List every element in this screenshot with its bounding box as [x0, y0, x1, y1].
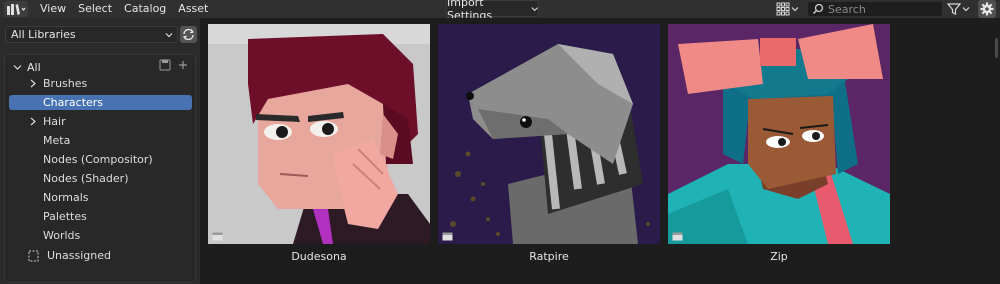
menu-select[interactable]: Select — [72, 0, 118, 18]
asset-badge-icon — [672, 232, 683, 241]
settings-button[interactable] — [978, 0, 996, 18]
asset-badge-icon — [212, 232, 223, 241]
asset-browser-icon — [7, 4, 26, 15]
catalog-item-unassigned[interactable]: Unassigned — [28, 249, 111, 262]
menu-view[interactable]: View — [34, 0, 72, 18]
chevron-down-icon — [962, 7, 970, 12]
asset-tile-ratpire[interactable]: Ratpire — [438, 24, 660, 264]
catalog-item-label: Palettes — [43, 210, 87, 223]
chevron-down-icon — [531, 6, 538, 11]
save-catalog-icon[interactable] — [159, 59, 171, 71]
catalog-item-label: Hair — [43, 115, 66, 128]
catalog-item-brushes[interactable]: Brushes — [9, 76, 192, 91]
catalog-item-label: Meta — [43, 134, 71, 147]
ratpire-thumbnail-image — [438, 24, 660, 244]
catalog-item-hair[interactable]: Hair — [9, 114, 192, 129]
catalog-item-worlds[interactable]: Worlds — [9, 228, 192, 243]
unassigned-catalog-icon — [28, 250, 39, 261]
catalog-item-label: Normals — [43, 191, 89, 204]
display-mode-toggle[interactable] — [776, 1, 802, 17]
gear-icon — [980, 2, 994, 16]
sidebar: All Libraries All Brushes Characters Hai… — [0, 18, 200, 284]
catalog-item-label: Brushes — [43, 77, 88, 90]
catalog-item-characters[interactable]: Characters — [9, 95, 192, 110]
grid-view-icon — [776, 2, 790, 16]
catalog-item-nodes-shader[interactable]: Nodes (Shader) — [9, 171, 192, 186]
menu-catalog[interactable]: Catalog — [118, 0, 172, 18]
catalog-item-label: Nodes (Compositor) — [43, 153, 153, 166]
chevron-right-icon[interactable] — [29, 79, 37, 88]
editor-type-selector[interactable] — [4, 1, 28, 17]
asset-name: Ratpire — [529, 250, 569, 263]
catalog-root-all[interactable]: All — [13, 58, 41, 76]
asset-name: Zip — [770, 250, 788, 263]
chevron-right-icon[interactable] — [29, 117, 37, 126]
library-select[interactable]: All Libraries — [5, 26, 178, 43]
menu-bar: View Select Catalog Asset — [34, 0, 214, 18]
search-input[interactable] — [828, 2, 938, 16]
add-catalog-icon[interactable] — [178, 60, 188, 70]
import-settings-dropdown[interactable]: Import Settings — [446, 0, 539, 22]
header-bar: View Select Catalog Asset Import Setting… — [0, 0, 1000, 22]
catalog-item-palettes[interactable]: Palettes — [9, 209, 192, 224]
zip-thumbnail-image — [668, 24, 890, 244]
catalog-item-normals[interactable]: Normals — [9, 190, 192, 205]
unassigned-label: Unassigned — [47, 249, 111, 262]
search-icon — [812, 3, 824, 15]
catalog-item-label: Characters — [43, 96, 104, 109]
catalog-item-meta[interactable]: Meta — [9, 133, 192, 148]
chevron-down-icon[interactable] — [13, 63, 22, 72]
catalog-actions — [159, 59, 188, 71]
vertical-scrollbar[interactable] — [995, 38, 998, 58]
library-select-label: All Libraries — [11, 28, 76, 41]
asset-badge-icon — [442, 232, 453, 241]
filter-funnel-icon — [947, 3, 961, 15]
asset-name: Dudesona — [291, 250, 347, 263]
refresh-icon — [182, 28, 195, 41]
asset-tile-zip[interactable]: Zip — [668, 24, 890, 264]
chevron-down-icon — [165, 32, 173, 37]
catalog-item-label: Nodes (Shader) — [43, 172, 129, 185]
asset-thumbnail — [438, 24, 660, 244]
menu-asset[interactable]: Asset — [172, 0, 214, 18]
asset-grid: Dudesona Ratpire Zip — [204, 18, 1000, 284]
dudesona-thumbnail-image — [208, 24, 430, 244]
catalog-item-nodes-compositor[interactable]: Nodes (Compositor) — [9, 152, 192, 167]
asset-tile-dudesona[interactable]: Dudesona — [208, 24, 430, 264]
search-field[interactable] — [807, 1, 943, 17]
catalog-item-label: Worlds — [43, 229, 81, 242]
chevron-down-icon — [791, 7, 799, 12]
filter-dropdown[interactable] — [947, 1, 973, 17]
asset-thumbnail — [208, 24, 430, 244]
refresh-library-button[interactable] — [180, 26, 197, 43]
catalog-root-label: All — [27, 60, 41, 74]
asset-thumbnail — [668, 24, 890, 244]
